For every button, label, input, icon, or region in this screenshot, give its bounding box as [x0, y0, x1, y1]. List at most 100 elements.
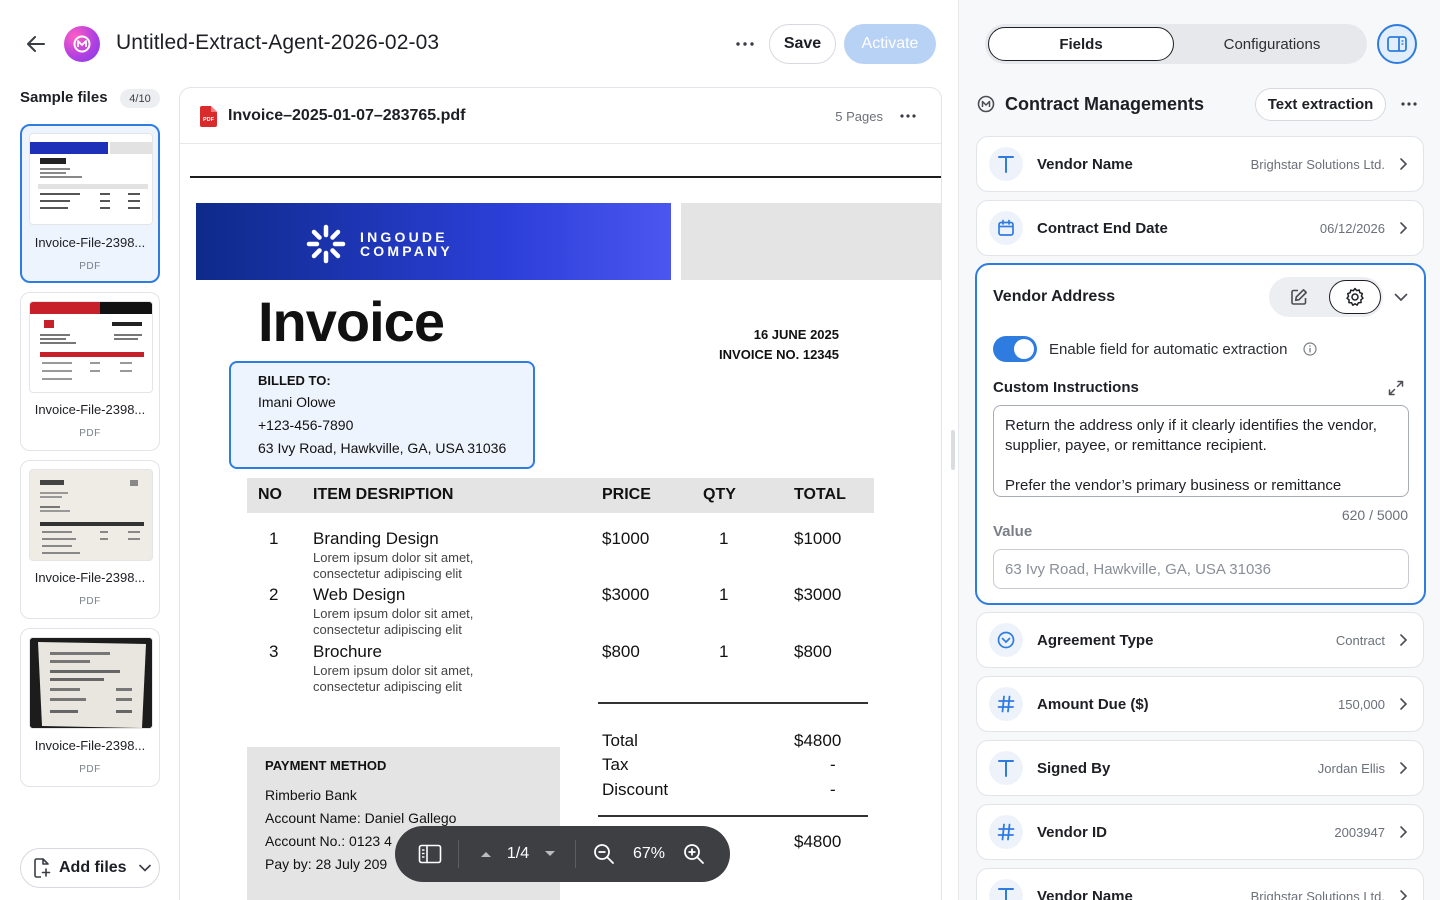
- file-thumbnail: [29, 637, 153, 729]
- document-header: PDF Invoice–2025-01-07–283765.pdf 5 Page…: [180, 88, 941, 144]
- company-name-line2: COMPANY: [360, 243, 453, 259]
- value-label: Value: [993, 523, 1033, 540]
- toolbar-divider: [458, 840, 459, 868]
- file-type: PDF: [79, 764, 101, 775]
- row-number: 1: [269, 529, 279, 548]
- document-page-count: 5 Pages: [835, 109, 883, 124]
- text-icon: [989, 751, 1023, 785]
- tab-configurations[interactable]: Configurations: [1183, 27, 1361, 61]
- sample-files-count-badge: 4/10: [120, 89, 160, 108]
- auto-extraction-label: Enable field for automatic extraction: [1049, 341, 1288, 358]
- info-icon[interactable]: [1303, 342, 1317, 356]
- custom-instructions-textarea[interactable]: Return the address only if it clearly id…: [993, 405, 1409, 497]
- file-name: Invoice-File-2398...: [34, 570, 146, 585]
- sidebar-toggle-icon[interactable]: [417, 842, 443, 866]
- page-down-icon[interactable]: [541, 846, 559, 862]
- payment-method-label: PAYMENT METHOD: [265, 758, 387, 773]
- billed-to-highlight[interactable]: BILLED TO: Imani Olowe +123-456-7890 63 …: [229, 361, 535, 469]
- chevron-right-icon: [1400, 890, 1408, 900]
- expand-icon[interactable]: [1388, 380, 1404, 396]
- field-mode-switch: [1269, 277, 1383, 317]
- field-row-agreement-type[interactable]: Agreement Type Contract: [976, 612, 1424, 668]
- row-description: Lorem ipsum dolor sit amet,: [313, 663, 474, 678]
- company-starburst-icon: [306, 224, 346, 264]
- page-title[interactable]: Untitled-Extract-Agent-2026-02-03: [116, 31, 439, 55]
- billed-to-name: Imani Olowe: [258, 394, 336, 410]
- row-qty: 1: [719, 529, 729, 548]
- save-button[interactable]: Save: [769, 24, 836, 64]
- row-number: 3: [269, 642, 279, 661]
- panel-resize-handle[interactable]: [951, 430, 955, 470]
- calendar-icon: [989, 211, 1023, 245]
- activate-button[interactable]: Activate: [844, 24, 936, 64]
- chevron-right-icon: [1400, 826, 1408, 838]
- row-price: $800: [602, 642, 640, 661]
- row-total: $800: [794, 642, 832, 661]
- file-name: Invoice-File-2398...: [34, 402, 146, 417]
- file-type: PDF: [79, 261, 101, 272]
- invoice-banner: INGOUDE COMPANY: [196, 203, 671, 280]
- row-description: Lorem ipsum dolor sit amet,: [313, 606, 474, 621]
- sample-file-card[interactable]: Invoice-File-2398... PDF: [20, 124, 160, 283]
- field-card-title: Vendor Address: [993, 288, 1116, 305]
- chevron-right-icon: [1400, 698, 1408, 710]
- grand-total-divider: [598, 815, 868, 817]
- more-options-icon[interactable]: [730, 30, 760, 58]
- row-number: 2: [269, 585, 279, 604]
- collapse-chevron-down-icon[interactable]: [1393, 289, 1409, 305]
- document-viewer: PDF Invoice–2025-01-07–283765.pdf 5 Page…: [179, 87, 942, 900]
- svg-text:PDF: PDF: [203, 117, 215, 123]
- discount-label: Discount: [602, 780, 669, 799]
- field-row-vendor-id[interactable]: Vendor ID 2003947: [976, 804, 1424, 860]
- invoice-banner-grey: [681, 203, 941, 280]
- field-row-signed-by[interactable]: Signed By Jordan Ellis: [976, 740, 1424, 796]
- document-page: INGOUDE COMPANY Invoice 16 JUNE 2025 INV…: [180, 145, 941, 900]
- chevron-right-icon: [1400, 222, 1408, 234]
- row-qty: 1: [719, 585, 729, 604]
- character-count: 620 / 5000: [1341, 507, 1408, 523]
- document-file-name: Invoice–2025-01-07–283765.pdf: [228, 107, 466, 124]
- file-name: Invoice-File-2398...: [34, 235, 146, 250]
- zoom-out-icon[interactable]: [592, 842, 616, 866]
- zoom-in-icon[interactable]: [682, 842, 706, 866]
- field-value: 2003947: [1334, 825, 1385, 840]
- company-name-line1: INGOUDE: [360, 229, 448, 245]
- column-header: QTY: [703, 486, 736, 503]
- tab-fields[interactable]: Fields: [988, 27, 1174, 61]
- page-up-icon[interactable]: [477, 846, 495, 862]
- field-name: Vendor ID: [1037, 824, 1108, 841]
- value-input[interactable]: [993, 549, 1409, 589]
- panel-layout-toggle-icon[interactable]: [1377, 24, 1417, 64]
- field-value: Brighstar Solutions Ltd.: [1250, 157, 1385, 172]
- auto-extraction-toggle[interactable]: [993, 336, 1037, 362]
- chevron-right-icon: [1400, 634, 1408, 646]
- total-value: $4800: [794, 731, 842, 750]
- sample-file-card[interactable]: Invoice-File-2398... PDF: [20, 292, 160, 451]
- section-more-options-icon[interactable]: [1395, 92, 1423, 116]
- field-value: Brighstar Solutions Ltd.: [1250, 889, 1385, 900]
- row-price: $1000: [602, 529, 650, 548]
- field-name: Agreement Type: [1037, 632, 1154, 649]
- field-row-vendor-name[interactable]: Vendor Name Brighstar Solutions Ltd.: [976, 868, 1424, 900]
- row-item: Web Design: [313, 585, 406, 604]
- tax-label: Tax: [602, 755, 629, 774]
- sample-file-card[interactable]: Invoice-File-2398... PDF: [20, 460, 160, 619]
- row-total: $1000: [794, 529, 842, 548]
- discount-value: -: [830, 780, 836, 799]
- settings-gear-icon[interactable]: [1329, 280, 1381, 314]
- agent-mini-logo-icon: [977, 95, 995, 113]
- file-thumbnail: [29, 133, 153, 225]
- add-files-button[interactable]: Add files: [20, 848, 160, 888]
- agent-logo-icon: [64, 26, 100, 62]
- field-row-vendor-name[interactable]: Vendor Name Brighstar Solutions Ltd.: [976, 136, 1424, 192]
- app-root: Untitled-Extract-Agent-2026-02-03 Save A…: [0, 0, 1440, 900]
- field-row-amount-due[interactable]: Amount Due ($) 150,000: [976, 676, 1424, 732]
- document-more-options-icon[interactable]: [895, 104, 921, 128]
- back-arrow-icon[interactable]: [22, 30, 50, 58]
- column-header: TOTAL: [794, 486, 846, 503]
- sample-file-card[interactable]: Invoice-File-2398... PDF: [20, 628, 160, 787]
- text-extraction-button[interactable]: Text extraction: [1255, 88, 1386, 121]
- field-row-contract-end-date[interactable]: Contract End Date 06/12/2026: [976, 200, 1424, 256]
- edit-icon[interactable]: [1281, 285, 1317, 309]
- row-description: consectetur adipiscing elit: [313, 566, 462, 581]
